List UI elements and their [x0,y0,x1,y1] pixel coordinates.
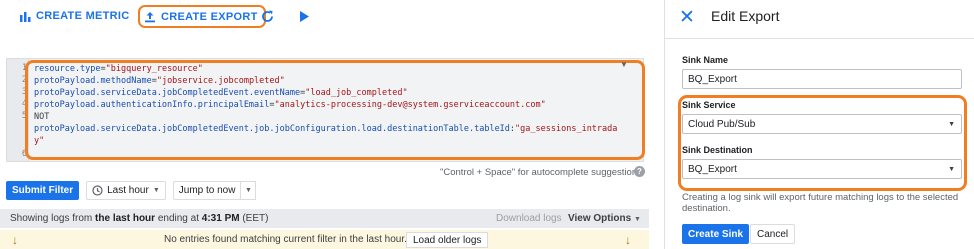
sink-service-value: Cloud Pub/Sub [688,118,756,130]
query-line[interactable]: resource.type="bigquery_resource" [34,64,203,74]
query-key: protoPayload.authenticationInfo.principa… [34,100,270,110]
status-text: Showing logs from the last hour ending a… [10,213,268,224]
status-middle: ending at [155,213,202,224]
bar-chart-icon [20,11,31,22]
query-value: "analytics-processing-dev@system.gservic… [274,100,546,110]
empty-results-bar: ↓ No entries found matching current filt… [0,230,649,249]
download-logs-link[interactable]: Download logs [496,213,562,224]
panel-title: Edit Export [711,8,780,24]
sink-service-select[interactable]: Cloud Pub/Sub ▼ [682,114,962,134]
chevron-down-icon: ▼ [948,165,955,173]
create-export-button[interactable]: CREATE EXPORT [138,5,266,28]
time-range-label: Last hour [107,185,149,196]
status-prefix: Showing logs from [10,213,96,224]
log-status-bar: Showing logs from the last hour ending a… [0,209,649,228]
chevron-down-icon: ▼ [152,187,160,194]
jump-dropdown-button[interactable]: ▼ [240,181,257,200]
query-value: "jobservice.jobcompleted" [156,76,285,86]
refresh-icon [262,10,273,22]
time-range-select[interactable]: Last hour ▼ [86,181,166,200]
arrow-down-icon: ↓ [12,232,18,247]
sink-service-label: Sink Service [682,100,736,110]
query-value: y" [34,136,45,146]
create-sink-button[interactable]: Create Sink [682,224,750,244]
refresh-button[interactable] [260,6,275,26]
status-time: 4:31 PM [201,213,240,224]
edit-export-panel: ✕ Edit Export Sink Name BQ_Export Sink S… [664,0,974,249]
run-query-button[interactable] [298,6,310,26]
chevron-down-icon: ▼ [633,216,641,223]
jump-to-now-button[interactable]: Jump to now [172,181,242,200]
create-export-label: CREATE EXPORT [161,10,258,23]
query-line[interactable]: protoPayload.methodName="jobservice.jobc… [34,76,285,86]
sink-name-input[interactable]: BQ_Export [682,69,962,89]
query-line[interactable]: protoPayload.authenticationInfo.principa… [34,100,546,110]
help-icon[interactable]: ? [634,166,645,177]
create-metric-label: CREATE METRIC [36,10,130,22]
sink-destination-select[interactable]: BQ_Export ▼ [682,159,962,179]
status-range: the last hour [95,213,156,224]
line-number: 5 [21,111,27,121]
query-value: "ga_sessions_intrada [515,124,618,134]
empty-message: No entries found matching current filter… [164,234,407,245]
filter-controls: Submit Filter Last hour ▼ Jump to now ▼ [6,181,257,200]
toolbar: CREATE METRIC CREATE EXPORT [0,0,664,32]
jump-to-now-label: Jump to now [178,185,236,196]
query-highlight: resource.type="bigquery_resource" protoP… [25,60,645,160]
query-value: "load_job_completed" [305,88,408,98]
clock-icon [92,185,103,196]
sink-destination-label: Sink Destination [682,145,753,155]
query-key: protoPayload.serviceData.jobCompletedEve… [34,88,301,98]
status-suffix: (EET) [239,213,269,224]
logs-viewer-pane: CREATE METRIC CREATE EXPORT 1 2 3 4 5 6 … [0,0,664,249]
arrow-down-icon: ↓ [625,232,631,247]
view-options-button[interactable]: View Options ▼ [568,213,641,224]
line-number: 1 [21,63,27,73]
query-line[interactable]: protoPayload.serviceData.jobCompletedEve… [34,124,617,134]
chevron-down-icon: ▼ [948,120,955,128]
query-line[interactable]: y" [34,136,44,146]
line-number: 6 [21,149,27,159]
create-metric-button[interactable]: CREATE METRIC [20,6,130,26]
query-value: "bigquery_resource" [105,64,203,74]
query-key: resource.type [34,64,101,74]
upload-icon [145,11,155,22]
query-key: protoPayload.serviceData.jobCompletedEve… [34,124,510,134]
sink-name-label: Sink Name [682,55,729,65]
play-icon [300,10,309,22]
load-older-logs-button[interactable]: Load older logs [406,232,489,248]
editor-dropdown-icon[interactable]: ▼ [620,60,628,69]
line-number: 3 [21,87,27,97]
query-line[interactable]: NOT [34,112,49,122]
query-key: protoPayload.methodName [34,76,152,86]
divider [665,38,974,39]
sink-description: Creating a log sink will export future m… [682,192,959,214]
query-line[interactable]: protoPayload.serviceData.jobCompletedEve… [34,88,408,98]
cancel-button[interactable]: Cancel [750,224,796,244]
autocomplete-hint: "Control + Space" for autocomplete sugge… [440,167,642,178]
close-icon[interactable]: ✕ [679,6,695,29]
query-keyword: NOT [34,112,50,122]
sink-name-value: BQ_Export [688,73,737,85]
line-number: 2 [21,75,27,85]
view-options-label: View Options [568,213,632,224]
chevron-down-icon: ▼ [245,187,252,194]
submit-filter-button[interactable]: Submit Filter [6,181,80,200]
sink-destination-value: BQ_Export [688,163,737,175]
line-number: 4 [21,99,27,109]
